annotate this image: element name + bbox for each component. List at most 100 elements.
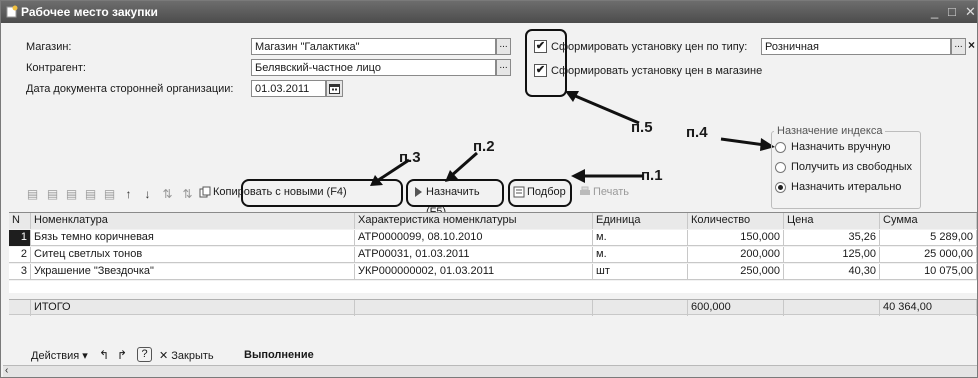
table-total-row: ИТОГО 600,000 40 364,00 — [9, 299, 977, 316]
row-item: Бязь темно коричневая — [31, 230, 355, 246]
total-unit — [593, 300, 688, 316]
row-unit: шт — [593, 264, 688, 280]
print-button[interactable]: Печать — [577, 182, 637, 204]
close-window-button[interactable]: ✕ — [965, 4, 976, 20]
print-label: Печать — [593, 186, 630, 198]
radio-free[interactable] — [775, 162, 786, 173]
annotation-box-select — [508, 179, 572, 207]
move-up-icon[interactable]: ↑ — [122, 188, 135, 201]
row-sum: 25 000,00 — [880, 247, 977, 263]
price-by-type-label: Сформировать установку цен по типу: — [551, 41, 748, 53]
col-item[interactable]: Номенклатура — [31, 213, 355, 229]
date-label: Дата документа сторонней организации: — [26, 83, 234, 95]
radio-free-label: Получить из свободных — [791, 161, 913, 173]
contractor-select-button[interactable]: ... — [496, 59, 511, 76]
scroll-left-icon[interactable]: ‹ — [5, 365, 8, 376]
store-field[interactable]: Магазин "Галактика" — [251, 38, 496, 55]
table-row[interactable]: 3 Украшение "Звездочка" УКР000000002, 01… — [9, 264, 977, 280]
row-characteristic: УКР000000002, 01.03.2011 — [355, 264, 593, 280]
total-characteristic — [355, 300, 593, 316]
form-icon — [6, 5, 18, 18]
annotation-box-copy — [241, 179, 403, 207]
contractor-label: Контрагент: — [26, 62, 86, 74]
row-characteristic: АТР00031, 01.03.2011 — [355, 247, 593, 263]
goods-table: N Номенклатура Характеристика номенклату… — [9, 212, 977, 316]
price-type-select-button[interactable]: ... — [951, 38, 966, 55]
col-unit[interactable]: Единица — [593, 213, 688, 229]
window-title: Рабочее место закупки — [21, 5, 158, 19]
purchase-workplace-window: Рабочее место закупки _ □ ✕ Магазин: Маг… — [0, 0, 978, 378]
close-button[interactable]: ✕ Закрыть — [159, 349, 214, 362]
row-sum: 5 289,00 — [880, 230, 977, 246]
row-number: 2 — [9, 247, 31, 263]
help-button[interactable]: ? — [137, 347, 152, 362]
execute-button[interactable]: Выполнение — [244, 349, 314, 361]
store-label: Магазин: — [26, 41, 72, 53]
title-bar: Рабочее место закупки _ □ ✕ — [1, 1, 977, 23]
copy-row-icon[interactable]: ▤ — [46, 188, 59, 201]
contractor-field[interactable]: Белявский-частное лицо — [251, 59, 496, 76]
table-header-row: N Номенклатура Характеристика номенклату… — [9, 213, 977, 229]
actions-label: Действия — [31, 350, 80, 362]
close-label: Закрыть — [171, 350, 214, 362]
table-empty-area — [9, 281, 977, 293]
row-number: 1 — [9, 230, 31, 246]
date-field[interactable]: 01.03.2011 — [251, 80, 326, 97]
row-characteristic: АТР0000099, 08.10.2010 — [355, 230, 593, 246]
row-sum: 10 075,00 — [880, 264, 977, 280]
table-row[interactable]: 1 Бязь темно коричневая АТР0000099, 08.1… — [9, 230, 977, 246]
horizontal-scrollbar[interactable]: ‹ — [3, 365, 977, 377]
actions-menu[interactable]: Действия ▾ — [31, 349, 88, 362]
move-down-icon[interactable]: ↓ — [141, 188, 154, 201]
price-in-store-label: Сформировать установку цен в магазине — [551, 65, 763, 77]
redo-icon[interactable]: ↱ — [117, 348, 127, 362]
total-price — [784, 300, 880, 316]
printer-icon — [580, 186, 590, 195]
radio-manual-label: Назначить вручную — [791, 141, 891, 153]
radio-iterative[interactable] — [775, 182, 786, 193]
annotation-box-assign — [406, 179, 504, 207]
copy-icon — [199, 186, 211, 198]
col-sum[interactable]: Сумма — [880, 213, 977, 229]
radio-iterative-label: Назначить итерально — [791, 181, 902, 193]
row-quantity: 150,000 — [688, 230, 784, 246]
calendar-icon[interactable] — [326, 80, 343, 97]
total-sum: 40 364,00 — [880, 300, 977, 316]
total-quantity: 600,000 — [688, 300, 784, 316]
row-price: 125,00 — [784, 247, 880, 263]
clear-icon[interactable]: × — [968, 38, 975, 52]
annotation-arrow-p4 — [720, 137, 775, 151]
sort-asc-icon[interactable]: ⇅ — [161, 188, 174, 201]
add-row-icon[interactable]: ▤ — [26, 188, 39, 201]
index-group-title: Назначение индекса — [774, 125, 886, 137]
row-item: Украшение "Звездочка" — [31, 264, 355, 280]
table-row[interactable]: 2 Ситец светлых тонов АТР00031, 01.03.20… — [9, 247, 977, 263]
annotation-p5: п.5 — [631, 119, 653, 136]
minimize-button[interactable]: _ — [931, 4, 938, 19]
undo-icon[interactable]: ↰ — [99, 348, 109, 362]
row-price: 35,26 — [784, 230, 880, 246]
total-label: ИТОГО — [31, 300, 355, 316]
radio-manual[interactable] — [775, 142, 786, 153]
col-quantity[interactable]: Количество — [688, 213, 784, 229]
row-price: 40,30 — [784, 264, 880, 280]
sort-desc-icon[interactable]: ⇅ — [181, 188, 194, 201]
annotation-arrow-p5 — [565, 91, 640, 125]
row-quantity: 200,000 — [688, 247, 784, 263]
close-x-icon: ✕ — [159, 350, 169, 362]
maximize-button[interactable]: □ — [948, 4, 956, 19]
edit-row-icon[interactable]: ▤ — [65, 188, 78, 201]
row-number: 3 — [9, 264, 31, 280]
col-price[interactable]: Цена — [784, 213, 880, 229]
total-number — [9, 300, 31, 316]
end-edit-icon[interactable]: ▤ — [103, 188, 116, 201]
price-type-field[interactable]: Розничная — [761, 38, 951, 55]
store-select-button[interactable]: ... — [496, 38, 511, 55]
col-n[interactable]: N — [9, 213, 31, 229]
col-characteristic[interactable]: Характеристика номенклатуры — [355, 213, 593, 229]
row-quantity: 250,000 — [688, 264, 784, 280]
delete-row-icon[interactable]: ▤ — [84, 188, 97, 201]
row-unit: м. — [593, 230, 688, 246]
row-item: Ситец светлых тонов — [31, 247, 355, 263]
row-unit: м. — [593, 247, 688, 263]
